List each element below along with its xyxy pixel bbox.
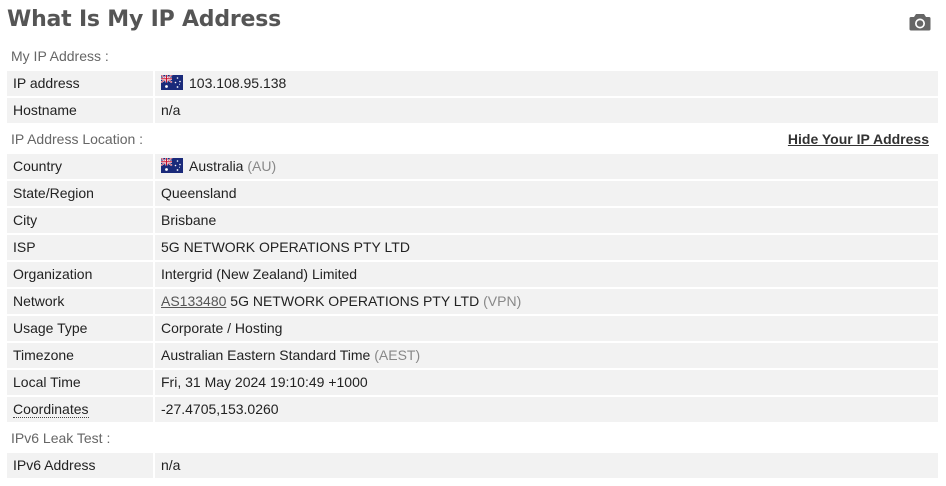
row-value: 103.108.95.138 <box>155 71 938 96</box>
hide-ip-link[interactable]: Hide Your IP Address <box>788 127 929 152</box>
table-row: Organization Intergrid (New Zealand) Lim… <box>7 262 938 287</box>
ip-address-value: 103.108.95.138 <box>189 75 287 91</box>
table-row: IP address 103.108.95.138 <box>7 71 938 96</box>
australia-flag-icon <box>161 158 183 173</box>
section-label: My IP Address : <box>11 48 109 64</box>
table-row: Hostname n/a <box>7 98 938 123</box>
network-tag: (VPN) <box>483 293 522 309</box>
timezone-name: Australian Eastern Standard Time <box>161 347 371 363</box>
row-value: Brisbane <box>155 208 938 233</box>
country-code: (AU) <box>247 158 277 174</box>
coordinates-label[interactable]: Coordinates <box>13 401 89 418</box>
asn-link[interactable]: AS133480 <box>161 293 226 309</box>
row-key: Coordinates <box>7 397 153 422</box>
table-row: Country Australia (AU) <box>7 154 938 179</box>
row-value: Fri, 31 May 2024 19:10:49 +1000 <box>155 370 938 395</box>
table-row: Usage Type Corporate / Hosting <box>7 316 938 341</box>
row-key: IP address <box>7 71 153 96</box>
row-value: Intergrid (New Zealand) Limited <box>155 262 938 287</box>
row-key: Organization <box>7 262 153 287</box>
section-ipv6: IPv6 Leak Test : <box>0 426 938 451</box>
row-key: IPv6 Address <box>7 453 153 478</box>
row-key: Network <box>7 289 153 314</box>
section-label: IPv6 Leak Test : <box>11 430 111 446</box>
page-title: What Is My IP Address <box>7 7 282 32</box>
section-my-ip: My IP Address : <box>0 44 938 69</box>
table-row: IPv6 Address n/a <box>7 453 938 478</box>
row-value: AS133480 5G NETWORK OPERATIONS PTY LTD (… <box>155 289 938 314</box>
table-row: State/Region Queensland <box>7 181 938 206</box>
row-key: City <box>7 208 153 233</box>
row-value: Queensland <box>155 181 938 206</box>
table-row: Coordinates -27.4705,153.0260 <box>7 397 938 422</box>
network-name: 5G NETWORK OPERATIONS PTY LTD <box>230 293 480 309</box>
section-location: IP Address Location : Hide Your IP Addre… <box>0 127 938 152</box>
section-label: IP Address Location : <box>11 131 144 147</box>
row-value: Australia (AU) <box>155 154 938 179</box>
row-key: Timezone <box>7 343 153 368</box>
table-row: City Brisbane <box>7 208 938 233</box>
table-row: ISP 5G NETWORK OPERATIONS PTY LTD <box>7 235 938 260</box>
row-value: n/a <box>155 98 938 123</box>
camera-icon[interactable] <box>909 13 931 31</box>
row-value: 5G NETWORK OPERATIONS PTY LTD <box>155 235 938 260</box>
row-value: -27.4705,153.0260 <box>155 397 938 422</box>
table-row: Timezone Australian Eastern Standard Tim… <box>7 343 938 368</box>
row-value: Corporate / Hosting <box>155 316 938 341</box>
row-key: Usage Type <box>7 316 153 341</box>
australia-flag-icon <box>161 75 183 90</box>
country-name: Australia <box>189 158 244 174</box>
row-key: State/Region <box>7 181 153 206</box>
table-row: Local Time Fri, 31 May 2024 19:10:49 +10… <box>7 370 938 395</box>
table-row: Network AS133480 5G NETWORK OPERATIONS P… <box>7 289 938 314</box>
row-key: Hostname <box>7 98 153 123</box>
row-value: Australian Eastern Standard Time (AEST) <box>155 343 938 368</box>
row-key: Local Time <box>7 370 153 395</box>
row-key: Country <box>7 154 153 179</box>
row-value: n/a <box>155 453 938 478</box>
row-key: ISP <box>7 235 153 260</box>
timezone-abbr: (AEST) <box>374 347 421 363</box>
